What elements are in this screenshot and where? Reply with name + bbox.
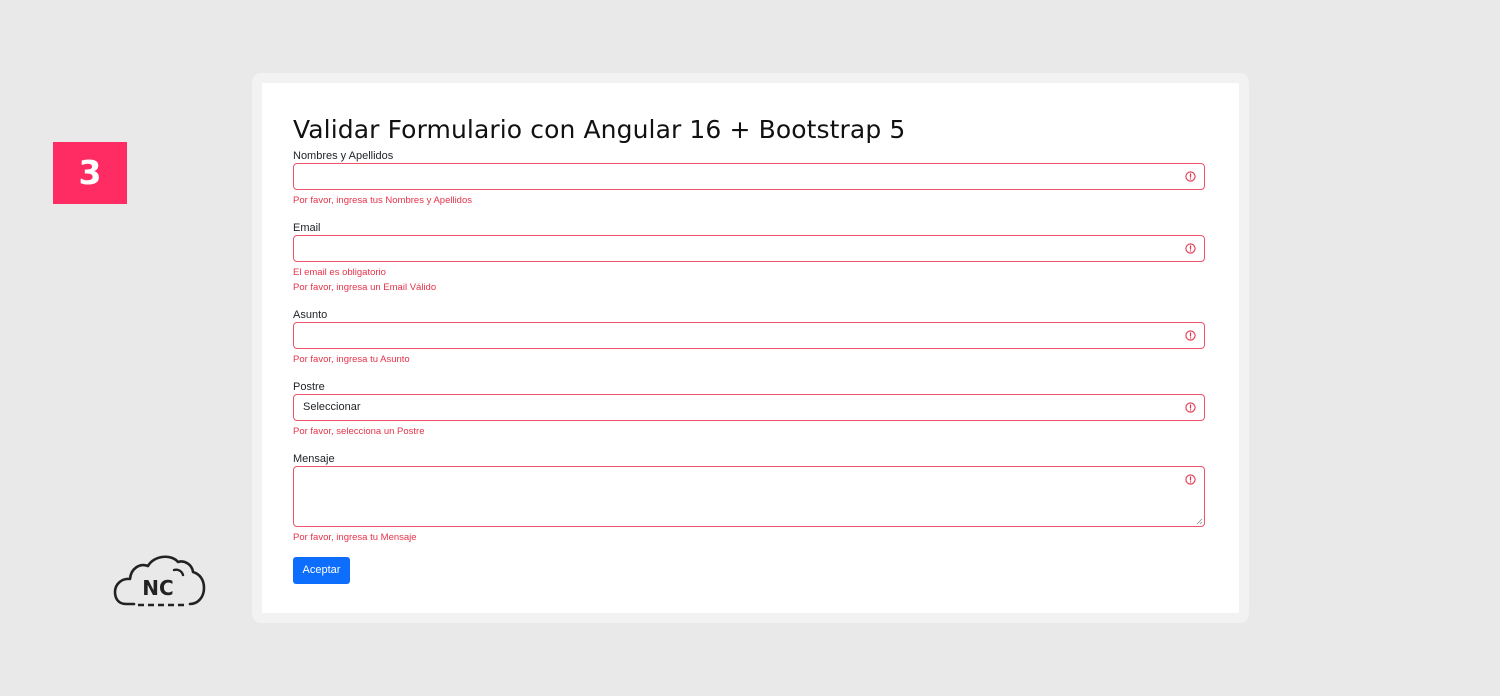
page-title: Validar Formulario con Angular 16 + Boot… <box>293 115 906 144</box>
invalid-alert-icon <box>1185 474 1196 485</box>
email-errors: El email es obligatorio Por favor, ingre… <box>293 265 1205 295</box>
error-message: Por favor, ingresa tu Asunto <box>293 354 410 365</box>
resize-handle-icon[interactable] <box>1196 518 1203 525</box>
error-message: Por favor, selecciona un Postre <box>293 426 425 437</box>
email-label: Email <box>293 222 321 234</box>
invalid-alert-icon <box>1185 330 1196 341</box>
field-message: Mensaje Por favor, ingresa tu Mensaje <box>293 452 1205 545</box>
names-label: Nombres y Apellidos <box>293 150 394 162</box>
error-message: Por favor, ingresa tu Mensaje <box>293 532 417 543</box>
message-input-wrapper <box>293 466 1205 527</box>
names-input-wrapper <box>293 163 1205 190</box>
message-errors: Por favor, ingresa tu Mensaje <box>293 530 1205 545</box>
subject-label: Asunto <box>293 309 328 321</box>
field-subject: Asunto Por favor, ingresa tu Asunto <box>293 308 1205 367</box>
field-dessert: Postre Seleccionar Por favor, selecciona… <box>293 380 1205 439</box>
dessert-select[interactable]: Seleccionar <box>293 394 1205 421</box>
subject-input-wrapper <box>293 322 1205 349</box>
form-panel: Validar Formulario con Angular 16 + Boot… <box>262 83 1239 613</box>
error-message: El email es obligatorio <box>293 267 386 278</box>
field-names: Nombres y Apellidos Por favor, ingresa t… <box>293 149 1205 208</box>
step-number-badge: 3 <box>53 142 127 204</box>
dessert-selected-value: Seleccionar <box>303 401 361 413</box>
dessert-label: Postre <box>293 381 325 393</box>
invalid-alert-icon <box>1185 243 1196 254</box>
names-input[interactable] <box>294 164 1204 189</box>
email-input-wrapper <box>293 235 1205 262</box>
error-message: Por favor, ingresa tus Nombres y Apellid… <box>293 195 473 206</box>
names-errors: Por favor, ingresa tus Nombres y Apellid… <box>293 193 1205 208</box>
dessert-errors: Por favor, selecciona un Postre <box>293 424 1205 439</box>
cloud-icon: NC <box>113 555 206 607</box>
email-input[interactable] <box>294 236 1204 261</box>
logo-text: NC <box>142 576 173 600</box>
invalid-alert-icon <box>1185 402 1196 413</box>
message-textarea[interactable] <box>294 467 1204 526</box>
subject-input[interactable] <box>294 323 1204 348</box>
contact-form: Validar Formulario con Angular 16 + Boot… <box>293 111 1205 584</box>
message-label: Mensaje <box>293 453 335 465</box>
accept-button[interactable]: Aceptar <box>293 557 350 584</box>
error-message: Por favor, ingresa un Email Válido <box>293 282 437 293</box>
subject-errors: Por favor, ingresa tu Asunto <box>293 352 1205 367</box>
screenshot-frame: Validar Formulario con Angular 16 + Boot… <box>252 73 1249 623</box>
invalid-alert-icon <box>1185 171 1196 182</box>
field-email: Email El email es obligatorio Por favor,… <box>293 221 1205 295</box>
